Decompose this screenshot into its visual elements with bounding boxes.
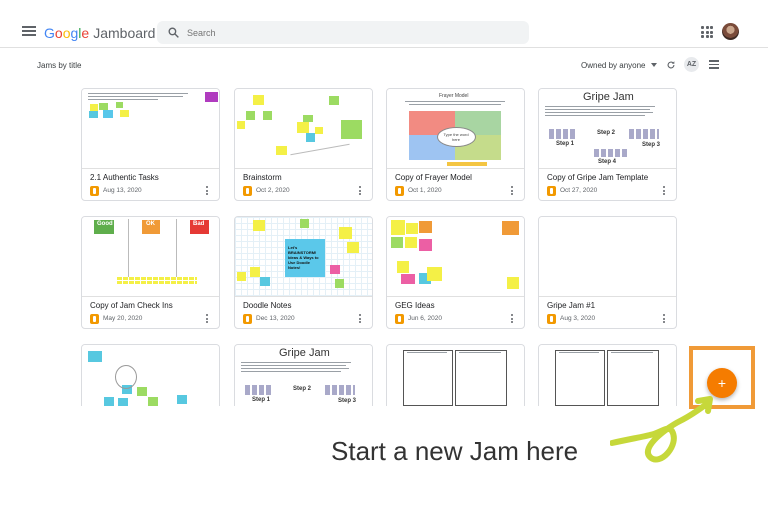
new-jam-button[interactable]: +: [707, 368, 737, 398]
jam-title: Brainstorm: [243, 173, 282, 182]
sort-az-button[interactable]: AZ: [684, 57, 699, 72]
dropdown-caret-icon: [650, 63, 657, 67]
step-2-label: Step 2: [597, 130, 616, 136]
ok-label: OK: [146, 221, 155, 227]
more-options-icon[interactable]: [663, 186, 666, 197]
jam-title: GEG Ideas: [395, 301, 435, 310]
jam-title: Doodle Notes: [243, 301, 292, 310]
jam-thumbnail: Gripe Jam Step 2 Step 1 Step 3: [235, 345, 372, 406]
jam-date: Oct 27, 2020: [560, 187, 598, 194]
jamboard-file-icon: [90, 314, 99, 324]
jam-card[interactable]: [386, 344, 525, 406]
account-avatar[interactable]: [722, 23, 739, 40]
jam-card[interactable]: Gripe Jam Step 2 Step 1 Step 3: [234, 344, 373, 406]
hamburger-menu-icon[interactable]: [22, 26, 36, 38]
refresh-icon[interactable]: [666, 60, 676, 70]
jam-date: Jun 6, 2020: [408, 315, 442, 322]
more-options-icon[interactable]: [359, 314, 362, 325]
step-1-label: Step 1: [556, 141, 575, 147]
jam-card[interactable]: Brainstorm Oct 2, 2020: [234, 88, 373, 201]
jam-card[interactable]: 2.1 Authentic Tasks Aug 13, 2020: [81, 88, 220, 201]
gripe-title: Gripe Jam: [279, 347, 330, 359]
jamboard-file-icon: [243, 186, 252, 196]
more-options-icon[interactable]: [511, 314, 514, 325]
jam-thumbnail: [387, 345, 524, 406]
jam-card[interactable]: Gripe Jam Step 2 Step 1 Step 3 Step 4 Co…: [538, 88, 677, 201]
more-options-icon[interactable]: [206, 314, 209, 325]
jam-card[interactable]: Gripe Jam #1 Aug 3, 2020: [538, 216, 677, 329]
gripe-title: Gripe Jam: [583, 91, 634, 103]
jam-card[interactable]: GEG Ideas Jun 6, 2020: [386, 216, 525, 329]
jam-title: Copy of Frayer Model: [395, 173, 472, 182]
search-icon[interactable]: [167, 26, 180, 39]
jam-card[interactable]: Frayer Model Type the word here Copy of …: [386, 88, 525, 201]
good-label: Good: [97, 221, 113, 227]
jam-date: May 20, 2020: [103, 315, 143, 322]
jam-date: Oct 2, 2020: [256, 187, 290, 194]
app-name: Jamboard: [93, 25, 156, 41]
search-bar[interactable]: [157, 21, 529, 44]
step-2-label: Step 2: [293, 386, 312, 392]
annotation-caption: Start a new Jam here: [331, 436, 579, 466]
list-view-icon[interactable]: [709, 60, 719, 71]
frayer-center-text: Type the word here: [443, 132, 469, 142]
top-bar: Google Jamboard: [0, 0, 768, 48]
search-input[interactable]: [185, 24, 519, 42]
jam-title: 2.1 Authentic Tasks: [90, 173, 159, 182]
jamboard-file-icon: [90, 186, 99, 196]
jamboard-file-icon: [547, 314, 556, 324]
jam-card[interactable]: Let's BRAINSTORM! Ideas & Ways to Use Do…: [234, 216, 373, 329]
section-title: Jams by title: [37, 61, 82, 70]
jam-thumbnail: Frayer Model Type the word here: [387, 89, 524, 169]
jam-thumbnail: Good OK Bad: [82, 217, 219, 297]
more-options-icon[interactable]: [206, 186, 209, 197]
step-1-label: Step 1: [252, 397, 271, 403]
more-options-icon[interactable]: [663, 314, 666, 325]
frayer-title: Frayer Model: [439, 93, 469, 99]
jam-thumbnail: Gripe Jam Step 2 Step 1 Step 3 Step 4: [539, 89, 676, 169]
jam-title: Gripe Jam #1: [547, 301, 596, 310]
doodle-note-text: Let's BRAINSTORM! Ideas & Ways to Use Do…: [288, 245, 319, 270]
jam-date: Aug 13, 2020: [103, 187, 142, 194]
jam-thumbnail: Let's BRAINSTORM! Ideas & Ways to Use Do…: [235, 217, 372, 297]
jam-date: Aug 3, 2020: [560, 315, 596, 322]
jam-card[interactable]: Good OK Bad Copy of Jam Check Ins May 20…: [81, 216, 220, 329]
bad-label: Bad: [193, 221, 205, 227]
jam-card[interactable]: [81, 344, 220, 406]
jam-title: Copy of Gripe Jam Template: [547, 173, 649, 182]
jam-thumbnail: [387, 217, 524, 297]
google-apps-icon[interactable]: [701, 26, 713, 38]
annotation-arrow-icon: [610, 396, 713, 463]
jam-thumbnail: [539, 217, 676, 297]
step-4-label: Step 4: [598, 159, 617, 165]
more-options-icon[interactable]: [359, 186, 362, 197]
jam-date: Dec 13, 2020: [256, 315, 295, 322]
jamboard-file-icon: [547, 186, 556, 196]
jamboard-file-icon: [243, 314, 252, 324]
step-3-label: Step 3: [338, 398, 357, 404]
jamboard-file-icon: [395, 314, 404, 324]
jam-thumbnail: [82, 345, 219, 406]
owner-filter-label: Owned by anyone: [581, 61, 646, 70]
owner-filter-dropdown[interactable]: Owned by anyone: [581, 61, 657, 70]
jam-date: Oct 1, 2020: [408, 187, 442, 194]
jam-thumbnail: [82, 89, 219, 169]
google-jamboard-logo[interactable]: Google Jamboard: [44, 25, 155, 41]
step-3-label: Step 3: [642, 142, 661, 148]
jam-title: Copy of Jam Check Ins: [90, 301, 173, 310]
jam-thumbnail: [235, 89, 372, 169]
jamboard-file-icon: [395, 186, 404, 196]
more-options-icon[interactable]: [511, 186, 514, 197]
